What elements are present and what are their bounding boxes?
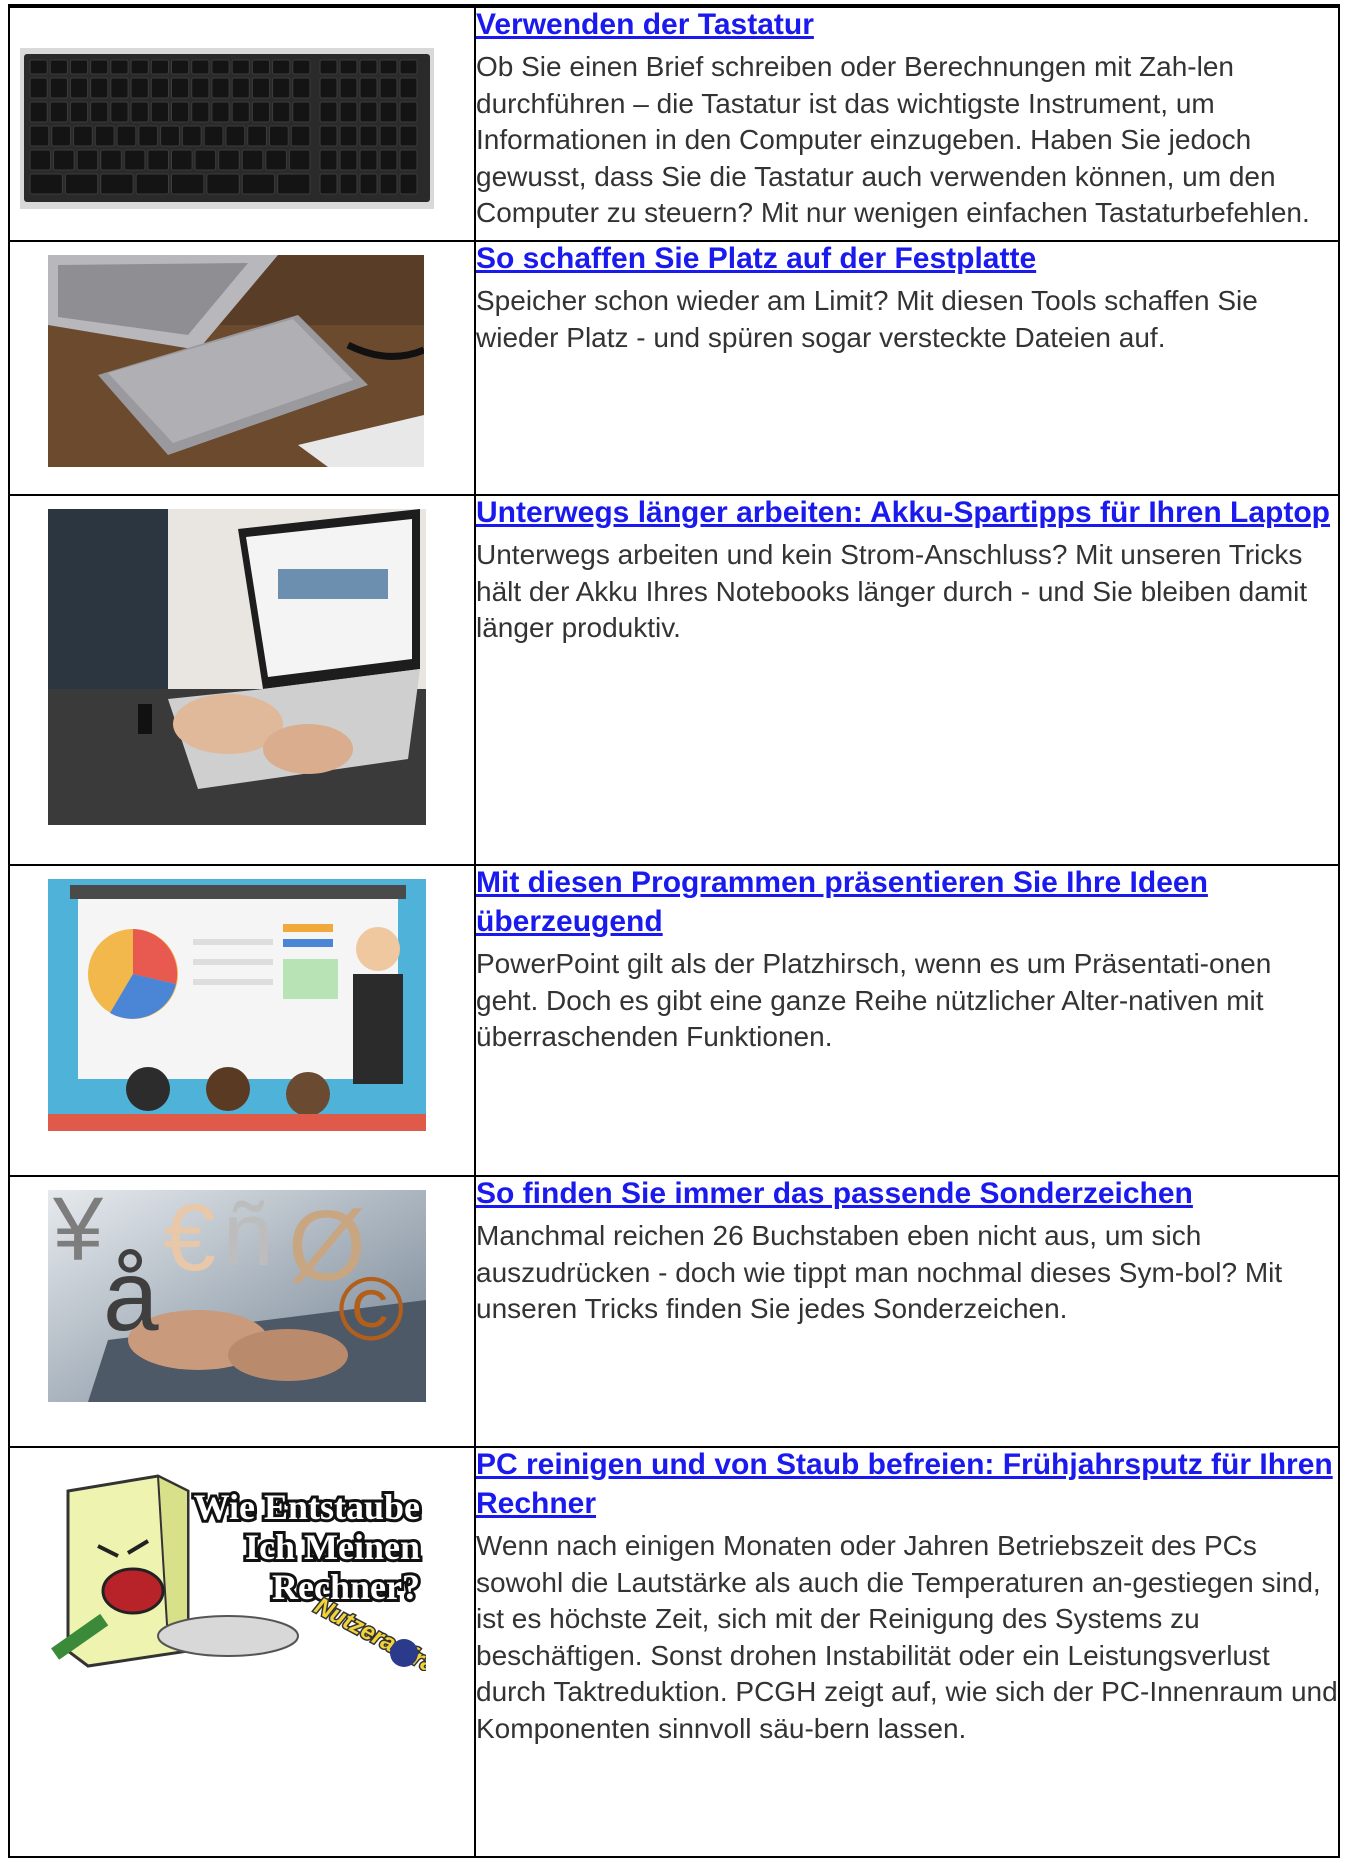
article-text-cell: Unterwegs länger arbeiten: Akku-Spartipp…	[474, 494, 1340, 866]
dusty-pc-cartoon-image[interactable]: Wie Entstaube Ich Meinen Rechner? Nutzer…	[48, 1461, 426, 1671]
article-title-link[interactable]: So finden Sie immer das passende Sonderz…	[476, 1177, 1193, 1210]
laptop-user-image[interactable]	[48, 509, 426, 825]
article-row: Wie Entstaube Ich Meinen Rechner? Nutzer…	[8, 1446, 1340, 1858]
article-row: So schaffen Sie Platz auf der Festplatte…	[8, 240, 1340, 496]
cartoon-title-line3: Rechner?	[272, 1567, 420, 1607]
cartoon-title-line1: Wie Entstaube	[194, 1487, 420, 1527]
article-image-cell: Wie Entstaube Ich Meinen Rechner? Nutzer…	[8, 1446, 476, 1858]
article-title-link[interactable]: Mit diesen Programmen präsentieren Sie I…	[476, 866, 1208, 938]
article-title-link[interactable]: Unterwegs länger arbeiten: Akku-Spartipp…	[476, 496, 1330, 529]
article-description: Unterwegs arbeiten und kein Strom-Anschl…	[476, 539, 1308, 643]
keyboard-image[interactable]	[20, 48, 434, 209]
article-image-cell	[8, 6, 476, 242]
presentation-image[interactable]	[48, 879, 426, 1131]
article-description: Wenn nach einigen Monaten oder Jahren Be…	[476, 1530, 1338, 1744]
article-description: Manchmal reichen 26 Buchstaben eben nich…	[476, 1220, 1283, 1324]
article-image-cell	[8, 864, 476, 1177]
article-description: Ob Sie einen Brief schreiben oder Berech…	[476, 51, 1310, 228]
article-image-cell	[8, 240, 476, 496]
article-text-cell: PC reinigen und von Staub befreien: Früh…	[474, 1446, 1340, 1858]
cartoon-title-line2: Ich Meinen	[245, 1527, 420, 1567]
article-text-cell: Mit diesen Programmen präsentieren Sie I…	[474, 864, 1340, 1177]
article-text-cell: So finden Sie immer das passende Sonderz…	[474, 1175, 1340, 1448]
article-title-link[interactable]: PC reinigen und von Staub befreien: Früh…	[476, 1448, 1333, 1520]
glyph-euro: €	[163, 1190, 216, 1291]
article-table: Verwenden der Tastatur Ob Sie einen Brie…	[8, 6, 1340, 1858]
article-row: Mit diesen Programmen präsentieren Sie I…	[8, 864, 1340, 1177]
special-characters-image[interactable]: ¥ å € ñ Ø ©	[48, 1190, 426, 1402]
glyph-yen: ¥	[52, 1190, 104, 1280]
glyph-a-ring: å	[103, 1240, 159, 1352]
article-description: PowerPoint gilt als der Platzhirsch, wen…	[476, 948, 1272, 1052]
article-description: Speicher schon wieder am Limit? Mit dies…	[476, 285, 1258, 353]
article-text-cell: So schaffen Sie Platz auf der Festplatte…	[474, 240, 1340, 496]
article-image-cell: ¥ å € ñ Ø ©	[8, 1175, 476, 1448]
glyph-copyright: ©	[338, 1260, 404, 1360]
article-title-link[interactable]: Verwenden der Tastatur	[476, 8, 814, 41]
article-row: Verwenden der Tastatur Ob Sie einen Brie…	[8, 6, 1340, 242]
hard-drive-image[interactable]	[48, 255, 424, 467]
article-title-link[interactable]: So schaffen Sie Platz auf der Festplatte	[476, 242, 1036, 275]
article-text-cell: Verwenden der Tastatur Ob Sie einen Brie…	[474, 6, 1340, 242]
article-row: Unterwegs länger arbeiten: Akku-Spartipp…	[8, 494, 1340, 866]
glyph-n-tilde: ñ	[223, 1190, 273, 1285]
article-row: ¥ å € ñ Ø © So finden Sie immer das pass…	[8, 1175, 1340, 1448]
article-image-cell	[8, 494, 476, 866]
